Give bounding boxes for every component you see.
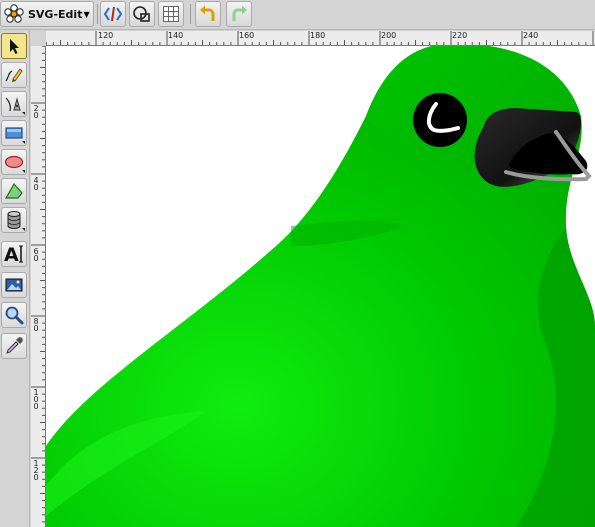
vertical-ruler: 20 40 60 80 100 120 (31, 46, 46, 527)
text-tool[interactable]: A (1, 241, 27, 267)
redo-button[interactable] (226, 1, 252, 27)
polygon-icon (4, 182, 23, 199)
wireframe-view-button[interactable] (129, 1, 155, 27)
redo-icon (232, 5, 247, 21)
image-icon (5, 278, 23, 292)
app-logo-icon (4, 4, 24, 23)
pencil-tool[interactable] (1, 62, 27, 88)
ruler-label: 140 (168, 31, 184, 40)
ruler-label: 200 (381, 31, 397, 40)
eyedropper-icon (6, 337, 23, 354)
ruler-label: 100 (33, 388, 39, 411)
grid-icon (163, 6, 179, 22)
text-tool-glyph: A (4, 244, 19, 265)
path-tool[interactable] (1, 91, 27, 117)
menu-caret-icon: ▼ (83, 9, 90, 19)
polygon-tool[interactable] (1, 178, 27, 204)
main-toolbar: SVG-Edit ▼ (0, 0, 595, 30)
flyout-indicator-icon (22, 228, 25, 231)
ruler-label: 40 (33, 176, 39, 192)
ruler-label: 240 (523, 31, 539, 40)
flyout-indicator-icon (22, 170, 25, 173)
toolbar-separator (97, 4, 98, 24)
select-tool[interactable] (1, 33, 27, 59)
flyout-indicator-icon (22, 141, 25, 144)
source-code-icon (103, 6, 123, 22)
eyedropper-tool[interactable] (1, 333, 27, 359)
tools-panel: A (0, 31, 30, 527)
toolbar-separator (190, 4, 191, 24)
zoom-tool[interactable] (1, 302, 27, 328)
app-menu-button[interactable]: SVG-Edit ▼ (0, 1, 94, 27)
magnifier-icon (5, 306, 24, 325)
cursor-arrow-icon (10, 39, 19, 54)
text-icon: A (4, 244, 23, 265)
image-tool[interactable] (1, 272, 27, 298)
ellipse-icon (4, 155, 24, 169)
bird-illustration[interactable] (46, 46, 595, 527)
ruler-label: 120 (33, 459, 39, 482)
horizontal-ruler: 120 140 160 180 200 220 240 (46, 31, 595, 46)
wireframe-icon (133, 6, 150, 22)
flyout-indicator-icon (22, 112, 25, 115)
rectangle-tool[interactable] (1, 120, 27, 146)
pencil-icon (5, 68, 23, 82)
ruler-label: 220 (452, 31, 468, 40)
ruler-corner (31, 31, 46, 46)
ruler-label: 60 (33, 247, 39, 263)
ruler-label: 20 (33, 104, 39, 120)
cylinder-icon (7, 211, 21, 229)
drawing-canvas[interactable] (46, 46, 595, 527)
bird-eye (413, 93, 467, 147)
ruler-label: 80 (33, 317, 39, 333)
ellipse-tool[interactable] (1, 149, 27, 175)
ruler-label: 180 (310, 31, 326, 40)
shape-library-tool[interactable] (1, 207, 27, 233)
ruler-label: 120 (98, 31, 114, 40)
undo-button[interactable] (195, 1, 221, 27)
app-title: SVG-Edit (28, 7, 83, 21)
ruler-label: 160 (239, 31, 255, 40)
grid-toggle-button[interactable] (158, 1, 184, 27)
pen-nib-icon (5, 97, 21, 112)
undo-icon (200, 5, 215, 21)
source-editor-button[interactable] (100, 1, 126, 27)
rectangle-icon (5, 127, 23, 139)
